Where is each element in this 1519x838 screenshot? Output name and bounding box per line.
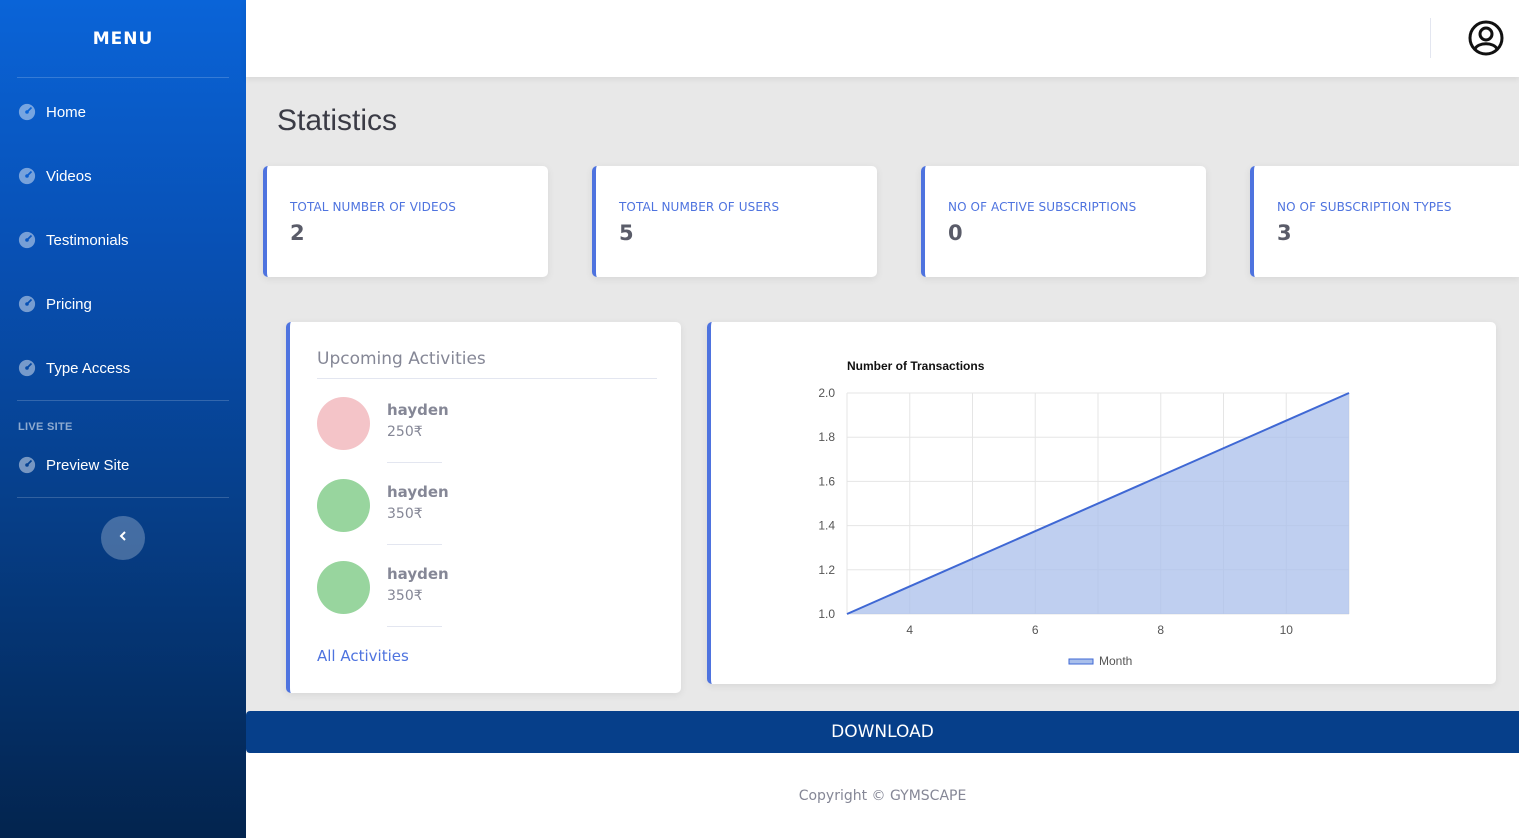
list-item: hayden 250₹ xyxy=(317,397,617,463)
activity-divider xyxy=(387,544,442,545)
activity-divider xyxy=(387,626,442,627)
transactions-chart: Number of Transactions 1.0 1.2 1.4 1.6 1.8 2.0… xyxy=(818,359,1350,668)
sidebar-item-preview-site[interactable]: Preview Site xyxy=(0,433,246,497)
topbar-divider xyxy=(1430,18,1431,58)
activity-price: 350₹ xyxy=(387,588,423,604)
legend-label: Month xyxy=(1099,654,1132,668)
x-tick-label: 8 xyxy=(1157,623,1164,637)
dashboard-icon xyxy=(18,359,36,377)
sidebar-item-label: Pricing xyxy=(46,295,92,313)
stat-card-users: TOTAL NUMBER OF USERS 5 xyxy=(592,166,877,277)
sidebar-section-heading: LIVE SITE xyxy=(18,421,73,433)
sidebar-toggle-wrap xyxy=(0,498,246,560)
sidebar-item-label: Testimonials xyxy=(46,231,129,249)
activities-divider xyxy=(317,378,657,379)
stat-label: TOTAL NUMBER OF VIDEOS xyxy=(290,200,456,214)
y-tick-label: 1.2 xyxy=(818,563,835,577)
x-tick-label: 6 xyxy=(1032,623,1039,637)
x-tick-label: 10 xyxy=(1280,623,1294,637)
y-tick-label: 1.8 xyxy=(818,430,835,444)
stat-card-subscription-types: NO OF SUBSCRIPTION TYPES 3 xyxy=(1250,166,1519,277)
sidebar-title: MENU xyxy=(92,28,154,49)
chevron-left-icon xyxy=(117,529,129,547)
activity-name: hayden xyxy=(387,483,449,501)
stat-value: 2 xyxy=(290,221,305,245)
sidebar-item-label: Type Access xyxy=(46,359,131,377)
dashboard-icon xyxy=(18,103,36,121)
stat-label: NO OF SUBSCRIPTION TYPES xyxy=(1277,200,1452,214)
sidebar-item-type-access[interactable]: Type Access xyxy=(0,336,246,400)
all-activities-link[interactable]: All Activities xyxy=(317,647,409,665)
x-tick-label: 4 xyxy=(906,623,913,637)
y-tick-label: 1.0 xyxy=(818,607,835,621)
stat-value: 0 xyxy=(948,221,963,245)
sidebar-item-videos[interactable]: Videos xyxy=(0,144,246,208)
sidebar-item-label: Home xyxy=(46,103,87,121)
dashboard-icon xyxy=(18,231,36,249)
activity-divider xyxy=(387,462,442,463)
y-tick-label: 1.6 xyxy=(818,474,835,488)
y-tick-label: 1.4 xyxy=(818,519,835,533)
legend-swatch xyxy=(1068,658,1094,665)
activity-name: hayden xyxy=(387,565,449,583)
stat-card-videos: TOTAL NUMBER OF VIDEOS 2 xyxy=(263,166,548,277)
y-tick-label: 2.0 xyxy=(818,386,835,400)
sidebar-item-testimonials[interactable]: Testimonials xyxy=(0,208,246,272)
stat-value: 5 xyxy=(619,221,634,245)
user-menu-button[interactable] xyxy=(1468,20,1504,56)
download-button[interactable]: DOWNLOAD xyxy=(246,711,1519,753)
list-item: hayden 350₹ xyxy=(317,479,617,545)
page-title: Statistics xyxy=(277,104,398,137)
chart-title: Number of Transactions xyxy=(847,359,985,373)
dashboard-icon xyxy=(18,167,36,185)
stat-label: TOTAL NUMBER OF USERS xyxy=(619,200,780,214)
activities-card: Upcoming Activities hayden 250₹ hayden 3… xyxy=(286,322,681,693)
stat-value: 3 xyxy=(1277,221,1292,245)
stat-card-active-subscriptions: NO OF ACTIVE SUBSCRIPTIONS 0 xyxy=(921,166,1206,277)
transactions-chart-card: Number of Transactions 1.0 1.2 1.4 1.6 1.8 2.0… xyxy=(707,322,1496,684)
activity-price: 250₹ xyxy=(387,424,423,440)
activity-name: hayden xyxy=(387,401,449,419)
topbar xyxy=(246,0,1519,77)
activity-price: 350₹ xyxy=(387,506,423,522)
avatar xyxy=(317,397,370,450)
sidebar-item-label: Preview Site xyxy=(46,456,130,474)
sidebar-item-home[interactable]: Home xyxy=(0,80,246,144)
activities-heading: Upcoming Activities xyxy=(317,349,486,369)
stat-label: NO OF ACTIVE SUBSCRIPTIONS xyxy=(948,200,1137,214)
avatar xyxy=(317,479,370,532)
footer-copyright: Copyright © GYMSCAPE xyxy=(246,753,1519,838)
sidebar-item-pricing[interactable]: Pricing xyxy=(0,272,246,336)
user-circle-icon xyxy=(1468,20,1504,60)
dashboard-icon xyxy=(18,295,36,313)
sidebar: MENU Home Videos Testimonials Pricing Ty… xyxy=(0,0,246,838)
avatar xyxy=(317,561,370,614)
dashboard-icon xyxy=(18,456,36,474)
sidebar-toggle-button[interactable] xyxy=(101,516,145,560)
sidebar-divider xyxy=(17,77,229,78)
list-item: hayden 350₹ xyxy=(317,561,617,627)
sidebar-item-label: Videos xyxy=(46,167,92,185)
